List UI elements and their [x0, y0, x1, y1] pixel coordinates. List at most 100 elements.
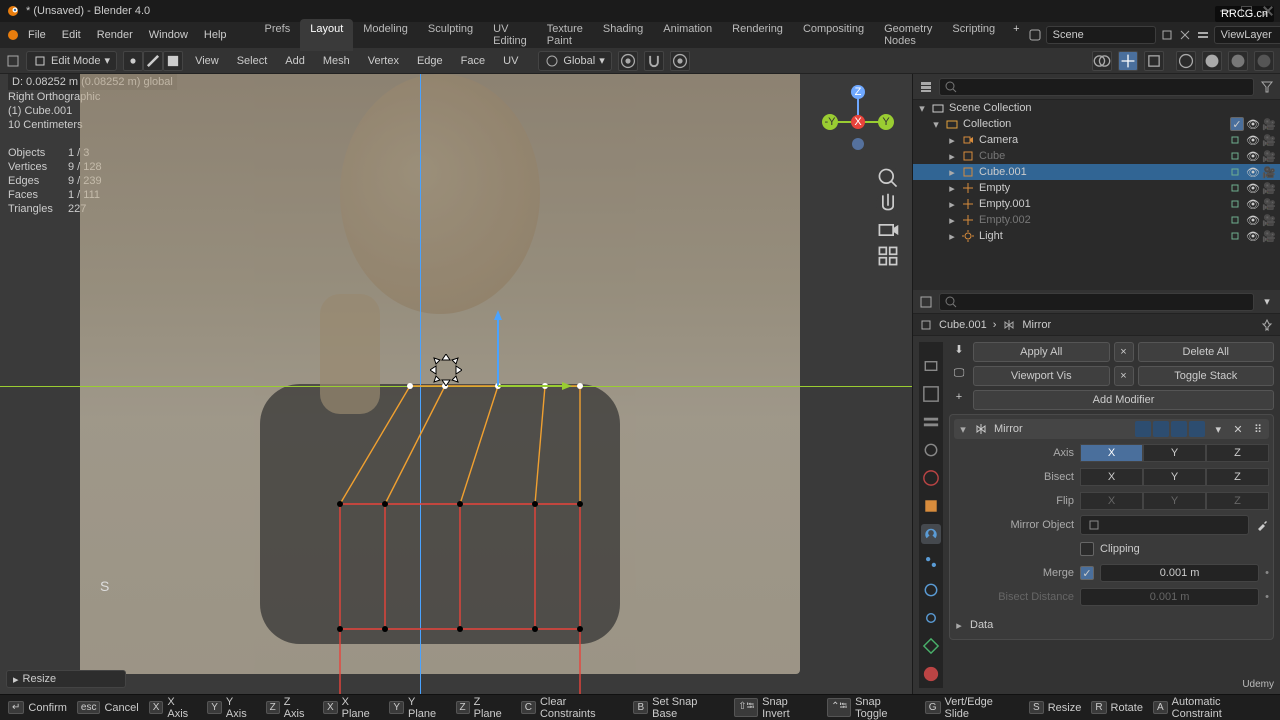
last-operator-panel[interactable]: ▸ Resize	[6, 670, 126, 688]
tree-row[interactable]: ▸ Empty.001 👁 🎥	[913, 196, 1280, 212]
merge-checkbox[interactable]: ✓	[1080, 566, 1094, 580]
tab-modifiers-icon[interactable]	[921, 524, 941, 544]
menu-mesh[interactable]: Mesh	[317, 51, 356, 71]
shading-materialpreview[interactable]	[1228, 51, 1248, 71]
face-select-button[interactable]	[163, 51, 183, 71]
tab-object-icon[interactable]	[921, 496, 941, 516]
disclosure-icon[interactable]: ▸	[947, 134, 957, 147]
nav-gizmo[interactable]: Z -Y Y X	[820, 84, 896, 160]
chevron-down-icon[interactable]: ▾	[1215, 423, 1221, 436]
tab-layout[interactable]: Layout	[300, 19, 353, 51]
menu-edge[interactable]: Edge	[411, 51, 449, 71]
tab-sculpting[interactable]: Sculpting	[418, 19, 483, 51]
orientation-selector[interactable]: Global ▾	[538, 51, 611, 71]
mirror-object-field[interactable]	[1080, 515, 1249, 535]
scene-new-icon[interactable]	[1160, 28, 1174, 42]
menu-add[interactable]: Add	[279, 51, 311, 71]
menu-vertex[interactable]: Vertex	[362, 51, 405, 71]
tab-physics-icon[interactable]	[921, 580, 941, 600]
extras-icon[interactable]: ⠿	[1251, 422, 1265, 436]
tree-row[interactable]: ▸ Empty 👁 🎥	[913, 180, 1280, 196]
breadcrumb-modifier[interactable]: Mirror	[1022, 319, 1051, 331]
camera-icon[interactable]: 🎥	[1262, 213, 1276, 227]
disclosure-icon[interactable]: ▾	[917, 102, 927, 115]
shading-rendered[interactable]	[1254, 51, 1274, 71]
3d-viewport[interactable]: D: 0.08252 m (0.08252 m) global Right Or…	[0, 74, 912, 694]
apply-icon[interactable]: ⬇	[949, 342, 969, 356]
camera-nav-button[interactable]	[876, 218, 900, 242]
tree-row[interactable]: ▾ Collection ✓ 👁 🎥	[913, 116, 1280, 132]
tab-particles-icon[interactable]	[921, 552, 941, 572]
tree-row[interactable]: ▸ Empty.002 👁 🎥	[913, 212, 1280, 228]
animate-dot-icon[interactable]: •	[1265, 567, 1269, 579]
add-modifier-button[interactable]: Add Modifier	[973, 390, 1274, 410]
tab-data-icon[interactable]	[921, 636, 941, 656]
eye-icon[interactable]: 👁	[1246, 133, 1260, 147]
tab-rendering[interactable]: Rendering	[722, 19, 793, 51]
tree-row[interactable]: ▸ Camera 👁 🎥	[913, 132, 1280, 148]
menu-select[interactable]: Select	[231, 51, 274, 71]
menu-file[interactable]: File	[20, 25, 54, 45]
disclosure-icon[interactable]: ▾	[958, 423, 968, 436]
camera-icon[interactable]: 🎥	[1262, 229, 1276, 243]
tab-render-icon[interactable]	[921, 356, 941, 376]
close-icon[interactable]: ✕	[1231, 422, 1245, 436]
gizmo-toggle[interactable]	[1118, 51, 1138, 71]
modifier-name[interactable]: Mirror	[994, 423, 1023, 435]
tab-scene-icon[interactable]	[921, 440, 941, 460]
outliner-tree[interactable]: ▾ Scene Collection ▾ Collection ✓ 👁 🎥 ▸	[913, 100, 1280, 290]
filter-icon[interactable]	[1260, 80, 1274, 94]
tree-row[interactable]: ▸ Cube.001 👁 🎥	[913, 164, 1280, 180]
viewport-vis-button[interactable]: Viewport Vis	[973, 366, 1110, 386]
modifier-header[interactable]: ▾ Mirror ▾ ✕ ⠿	[954, 419, 1269, 439]
vertex-select-button[interactable]	[123, 51, 143, 71]
tab-animation[interactable]: Animation	[653, 19, 722, 51]
properties-icon[interactable]	[919, 295, 933, 309]
axis-z-button[interactable]: Z	[1206, 444, 1269, 462]
flip-y-button[interactable]: Y	[1143, 492, 1206, 510]
tab-constraints-icon[interactable]	[921, 608, 941, 628]
merge-value[interactable]: 0.001 m	[1100, 564, 1259, 582]
eyedropper-icon[interactable]	[1255, 518, 1269, 532]
axis-x-button[interactable]: X	[1080, 444, 1143, 462]
camera-icon[interactable]: 🎥	[1262, 181, 1276, 195]
camera-icon[interactable]: 🎥	[1262, 117, 1276, 131]
menu-help[interactable]: Help	[196, 25, 235, 45]
delete-all-button[interactable]: Delete All	[1138, 342, 1275, 362]
menu-render[interactable]: Render	[89, 25, 141, 45]
xray-toggle[interactable]	[1144, 51, 1164, 71]
bisect-y-button[interactable]: Y	[1143, 468, 1206, 486]
camera-icon[interactable]: 🎥	[1262, 133, 1276, 147]
data-subpanel-label[interactable]: Data	[970, 619, 993, 631]
disclosure-icon[interactable]: ▸	[947, 198, 957, 211]
eye-icon[interactable]: 👁	[1246, 181, 1260, 195]
add-plus-icon[interactable]: +	[949, 390, 969, 404]
apply-all-button[interactable]: Apply All	[973, 342, 1110, 362]
eye-icon[interactable]: 👁	[1246, 229, 1260, 243]
menu-face[interactable]: Face	[455, 51, 491, 71]
shading-solid[interactable]	[1202, 51, 1222, 71]
blender-menu-icon[interactable]	[6, 28, 20, 42]
mode-selector[interactable]: Edit Mode ▾	[26, 51, 117, 71]
camera-icon[interactable]: 🎥	[1262, 165, 1276, 179]
tab-output-icon[interactable]	[921, 384, 941, 404]
overlay-toggle[interactable]	[1092, 51, 1112, 71]
edge-select-button[interactable]	[143, 51, 163, 71]
tab-prefs[interactable]: Prefs	[255, 19, 301, 51]
breadcrumb-object[interactable]: Cube.001	[939, 319, 987, 331]
bisect-distance-value[interactable]: 0.001 m	[1080, 588, 1259, 606]
viewlayer-selector[interactable]: ViewLayer	[1214, 26, 1280, 44]
disclosure-icon[interactable]: ▸	[947, 182, 957, 195]
menu-edit[interactable]: Edit	[54, 25, 89, 45]
options-icon[interactable]: ▾	[1260, 295, 1274, 309]
eye-icon[interactable]: 👁	[1246, 213, 1260, 227]
menu-uv[interactable]: UV	[497, 51, 524, 71]
menu-window[interactable]: Window	[141, 25, 196, 45]
outliner-search[interactable]	[939, 78, 1254, 96]
toggle-stack-x-button[interactable]: ×	[1114, 366, 1134, 386]
pivot-point-button[interactable]	[618, 51, 638, 71]
animate-dot-icon[interactable]: •	[1265, 591, 1269, 603]
scene-selector[interactable]: Scene	[1046, 26, 1156, 44]
tab-world-icon[interactable]	[921, 468, 941, 488]
shading-wireframe[interactable]	[1176, 51, 1196, 71]
